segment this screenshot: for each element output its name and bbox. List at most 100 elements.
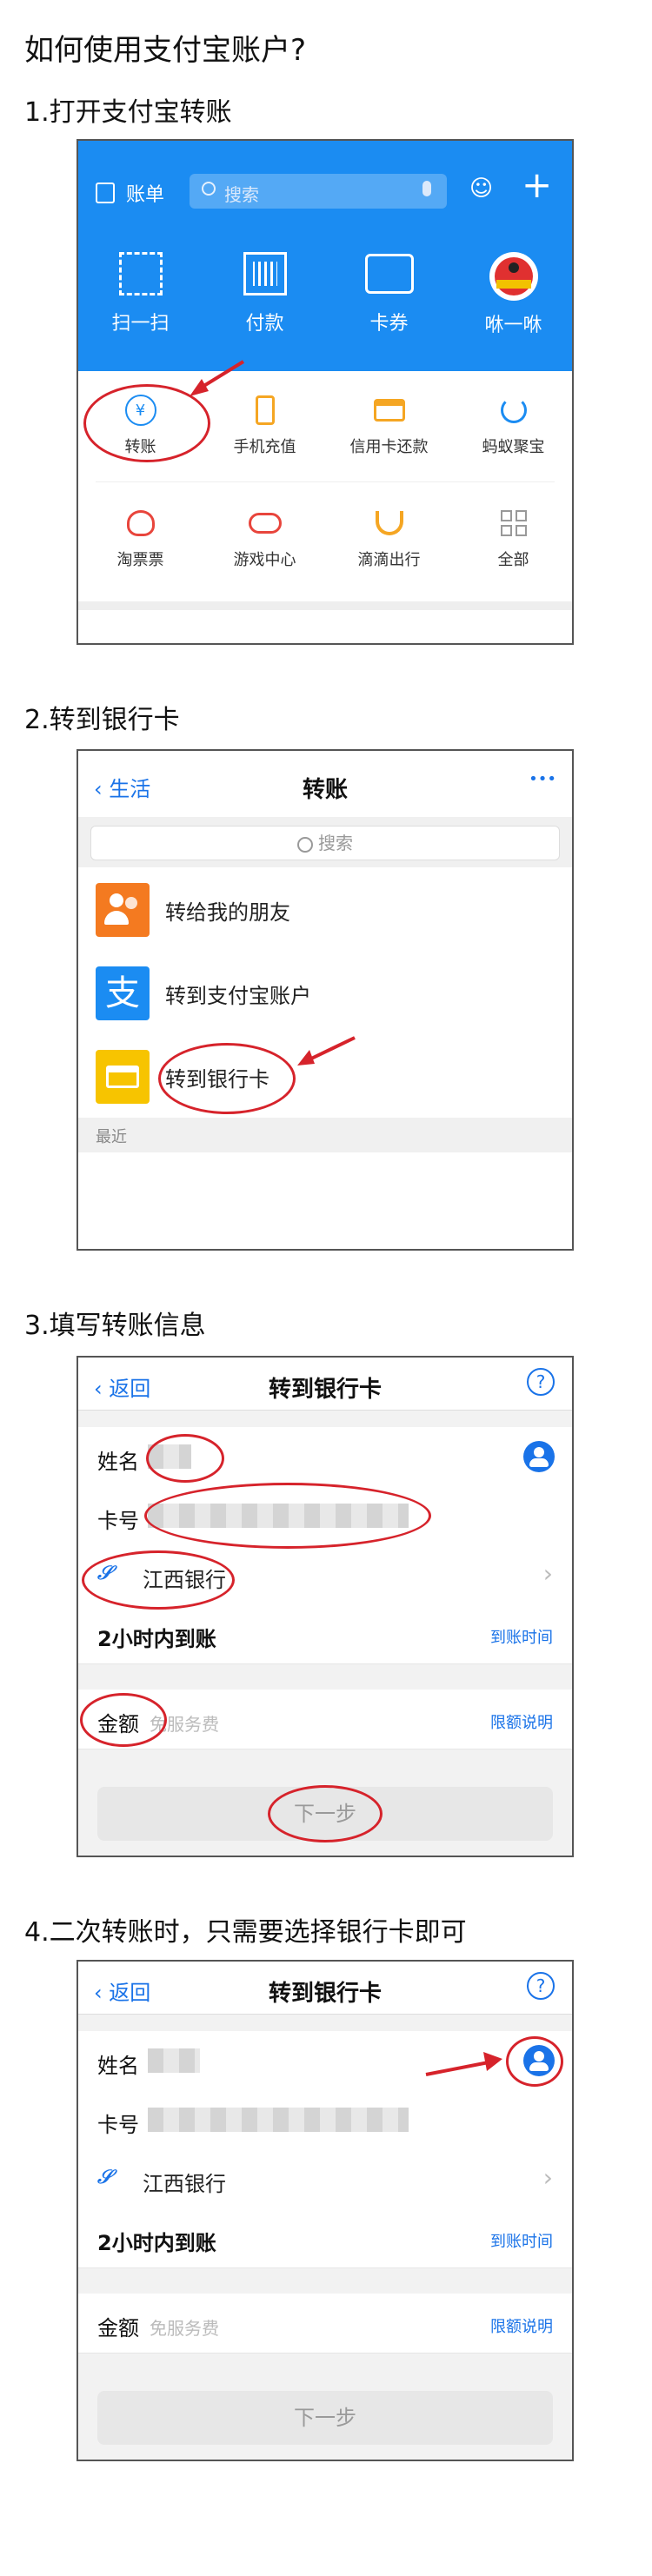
- bank-name: 江西银行: [143, 2172, 226, 2196]
- step-3-heading: 3.填写转账信息: [24, 1311, 206, 1341]
- action-shake-label: 咻一咻: [484, 315, 542, 336]
- grid-didi[interactable]: 滴滴出行: [327, 506, 451, 570]
- amount-row[interactable]: 金额 免服务费 限额说明: [78, 2294, 572, 2354]
- step-4-screenshot: ‹ 返回 转到银行卡 ? 姓名 卡号 𝒮 江西银行 › 2小时内到账 到账时间 …: [77, 1960, 574, 2461]
- card-wallet-icon: [364, 254, 414, 294]
- annotation-arrow: [425, 2052, 502, 2076]
- grid-all[interactable]: 全部: [451, 506, 572, 570]
- limit-link[interactable]: 限额说明: [490, 1710, 553, 1733]
- annotation-circle-bank-card: [158, 1043, 296, 1114]
- bank-card-icon: [96, 1050, 150, 1104]
- mic-icon: [422, 181, 431, 196]
- recent-label: 最近: [96, 1128, 127, 1146]
- grid-credit-card[interactable]: 信用卡还款: [327, 393, 451, 457]
- card-row[interactable]: 卡号: [78, 2090, 572, 2150]
- annotation-circle-card: [144, 1483, 431, 1549]
- nav-title: 转到银行卡: [268, 1981, 382, 2007]
- annotation-circle-amount: [80, 1693, 167, 1747]
- chevron-right-icon: ›: [542, 1559, 553, 1588]
- card-label: 卡号: [97, 1509, 139, 1533]
- annotation-circle-bank: [82, 1550, 235, 1610]
- bill-icon: [96, 183, 115, 203]
- amount-label: 金额: [97, 2316, 139, 2340]
- arrival-label: 2小时内到账: [97, 2231, 216, 2255]
- scan-icon: [118, 252, 163, 295]
- ant-fortune-icon: [496, 393, 531, 428]
- bank-row[interactable]: 𝒮 江西银行 ›: [78, 2149, 572, 2209]
- search-placeholder: 搜索: [224, 184, 259, 205]
- bank-logo-icon: 𝒮: [97, 2167, 113, 2188]
- arrival-label: 2小时内到账: [97, 1627, 216, 1651]
- bill-button[interactable]: 账单: [96, 179, 164, 207]
- annotation-circle-next: [268, 1785, 383, 1842]
- gamepad-icon: [248, 506, 283, 541]
- action-scan[interactable]: 扫一扫: [78, 252, 203, 335]
- help-icon[interactable]: ?: [527, 1368, 555, 1396]
- nav-bar: ‹ 生活 转账 •••: [78, 751, 572, 818]
- grid-mobile-recharge-label: 手机充值: [233, 438, 296, 456]
- grid-all-icon: [496, 506, 531, 541]
- credit-card-icon: [372, 393, 407, 428]
- grid-game-center[interactable]: 游戏中心: [203, 506, 327, 570]
- nav-bar: ‹ 返回 转到银行卡 ?: [78, 1358, 572, 1411]
- friends-icon: [96, 883, 150, 937]
- list-item-friend-label: 转给我的朋友: [165, 900, 290, 925]
- shake-avatar-icon: [489, 252, 538, 301]
- user-icon[interactable]: ☺: [469, 176, 493, 202]
- step-4-heading: 4.二次转账时，只需要选择银行卡即可: [24, 1917, 467, 1948]
- arrival-time-link[interactable]: 到账时间: [490, 1625, 553, 1648]
- card-label: 卡号: [97, 2113, 139, 2137]
- step-1-screenshot: 账单 搜索 ☺ + 扫一扫 付款 卡券 咻一咻 ¥ 转账 手机充值 信用卡还款 …: [77, 139, 574, 645]
- grid-taopiaopiao[interactable]: 淘票票: [78, 506, 203, 570]
- search-input[interactable]: 搜索: [190, 174, 447, 209]
- annotation-circle-name: [146, 1434, 224, 1483]
- step-1-heading: 1.打开支付宝转账: [24, 97, 232, 128]
- step-3-screenshot: ‹ 返回 转到银行卡 ? 姓名 卡号 𝒮 江西银行 › 2小时内到账 到账时间 …: [77, 1356, 574, 1857]
- arrival-row: 2小时内到账 到账时间: [78, 1604, 572, 1664]
- help-icon[interactable]: ?: [527, 1972, 555, 2000]
- recent-section: 最近: [78, 1118, 572, 1152]
- search-input[interactable]: 搜索: [90, 826, 560, 860]
- arrival-row: 2小时内到账 到账时间: [78, 2208, 572, 2268]
- page-title: 如何使用支付宝账户?: [24, 33, 307, 68]
- search-icon: [297, 836, 313, 853]
- chevron-right-icon: ›: [542, 2163, 553, 2192]
- grid-mobile-recharge[interactable]: 手机充值: [203, 393, 327, 457]
- add-icon[interactable]: +: [522, 167, 552, 203]
- action-scan-label: 扫一扫: [111, 313, 170, 335]
- name-label: 姓名: [97, 1450, 139, 1474]
- action-cards-label: 卡券: [369, 313, 409, 335]
- alipay-header: 账单 搜索 ☺ + 扫一扫 付款 卡券 咻一咻: [78, 141, 572, 371]
- limit-link[interactable]: 限额说明: [490, 2314, 553, 2337]
- more-icon[interactable]: •••: [529, 770, 556, 788]
- card-number-blurred: [148, 2108, 409, 2132]
- next-button[interactable]: 下一步: [97, 2391, 553, 2445]
- list-item-friend[interactable]: 转给我的朋友: [78, 867, 572, 952]
- nav-title: 转账: [302, 777, 348, 803]
- name-value-blurred: [148, 2048, 200, 2073]
- action-cards[interactable]: 卡券: [327, 252, 451, 335]
- step-2-screenshot: ‹ 生活 转账 ••• 搜索 转给我的朋友 支 转到支付宝账户 转到银行卡 最近: [77, 749, 574, 1251]
- arrival-time-link[interactable]: 到账时间: [490, 2229, 553, 2252]
- didi-icon: [372, 506, 407, 541]
- bottom-gray: [78, 601, 572, 610]
- contact-avatar-icon[interactable]: [523, 1441, 555, 1472]
- list-item-alipay-account[interactable]: 支 转到支付宝账户: [78, 951, 572, 1035]
- grid-ant-fortune[interactable]: 蚂蚁聚宝: [451, 393, 572, 457]
- alipay-icon: 支: [96, 966, 150, 1020]
- step-2-heading: 2.转到银行卡: [24, 705, 180, 735]
- search-icon: [202, 182, 216, 196]
- grid-credit-card-label: 信用卡还款: [349, 438, 429, 456]
- action-pay[interactable]: 付款: [203, 252, 327, 335]
- barcode-icon: [243, 252, 287, 295]
- bill-label: 账单: [126, 184, 165, 206]
- action-pay-label: 付款: [245, 313, 284, 335]
- grid-taopiaopiao-label: 淘票票: [116, 551, 164, 569]
- annotation-arrow: [190, 360, 245, 396]
- action-shake[interactable]: 咻一咻: [451, 252, 572, 337]
- phone-icon: [248, 393, 283, 428]
- name-label: 姓名: [97, 2054, 139, 2078]
- grid-ant-fortune-label: 蚂蚁聚宝: [482, 438, 545, 456]
- amount-placeholder[interactable]: 免服务费: [150, 2314, 219, 2340]
- grid-didi-label: 滴滴出行: [357, 551, 421, 569]
